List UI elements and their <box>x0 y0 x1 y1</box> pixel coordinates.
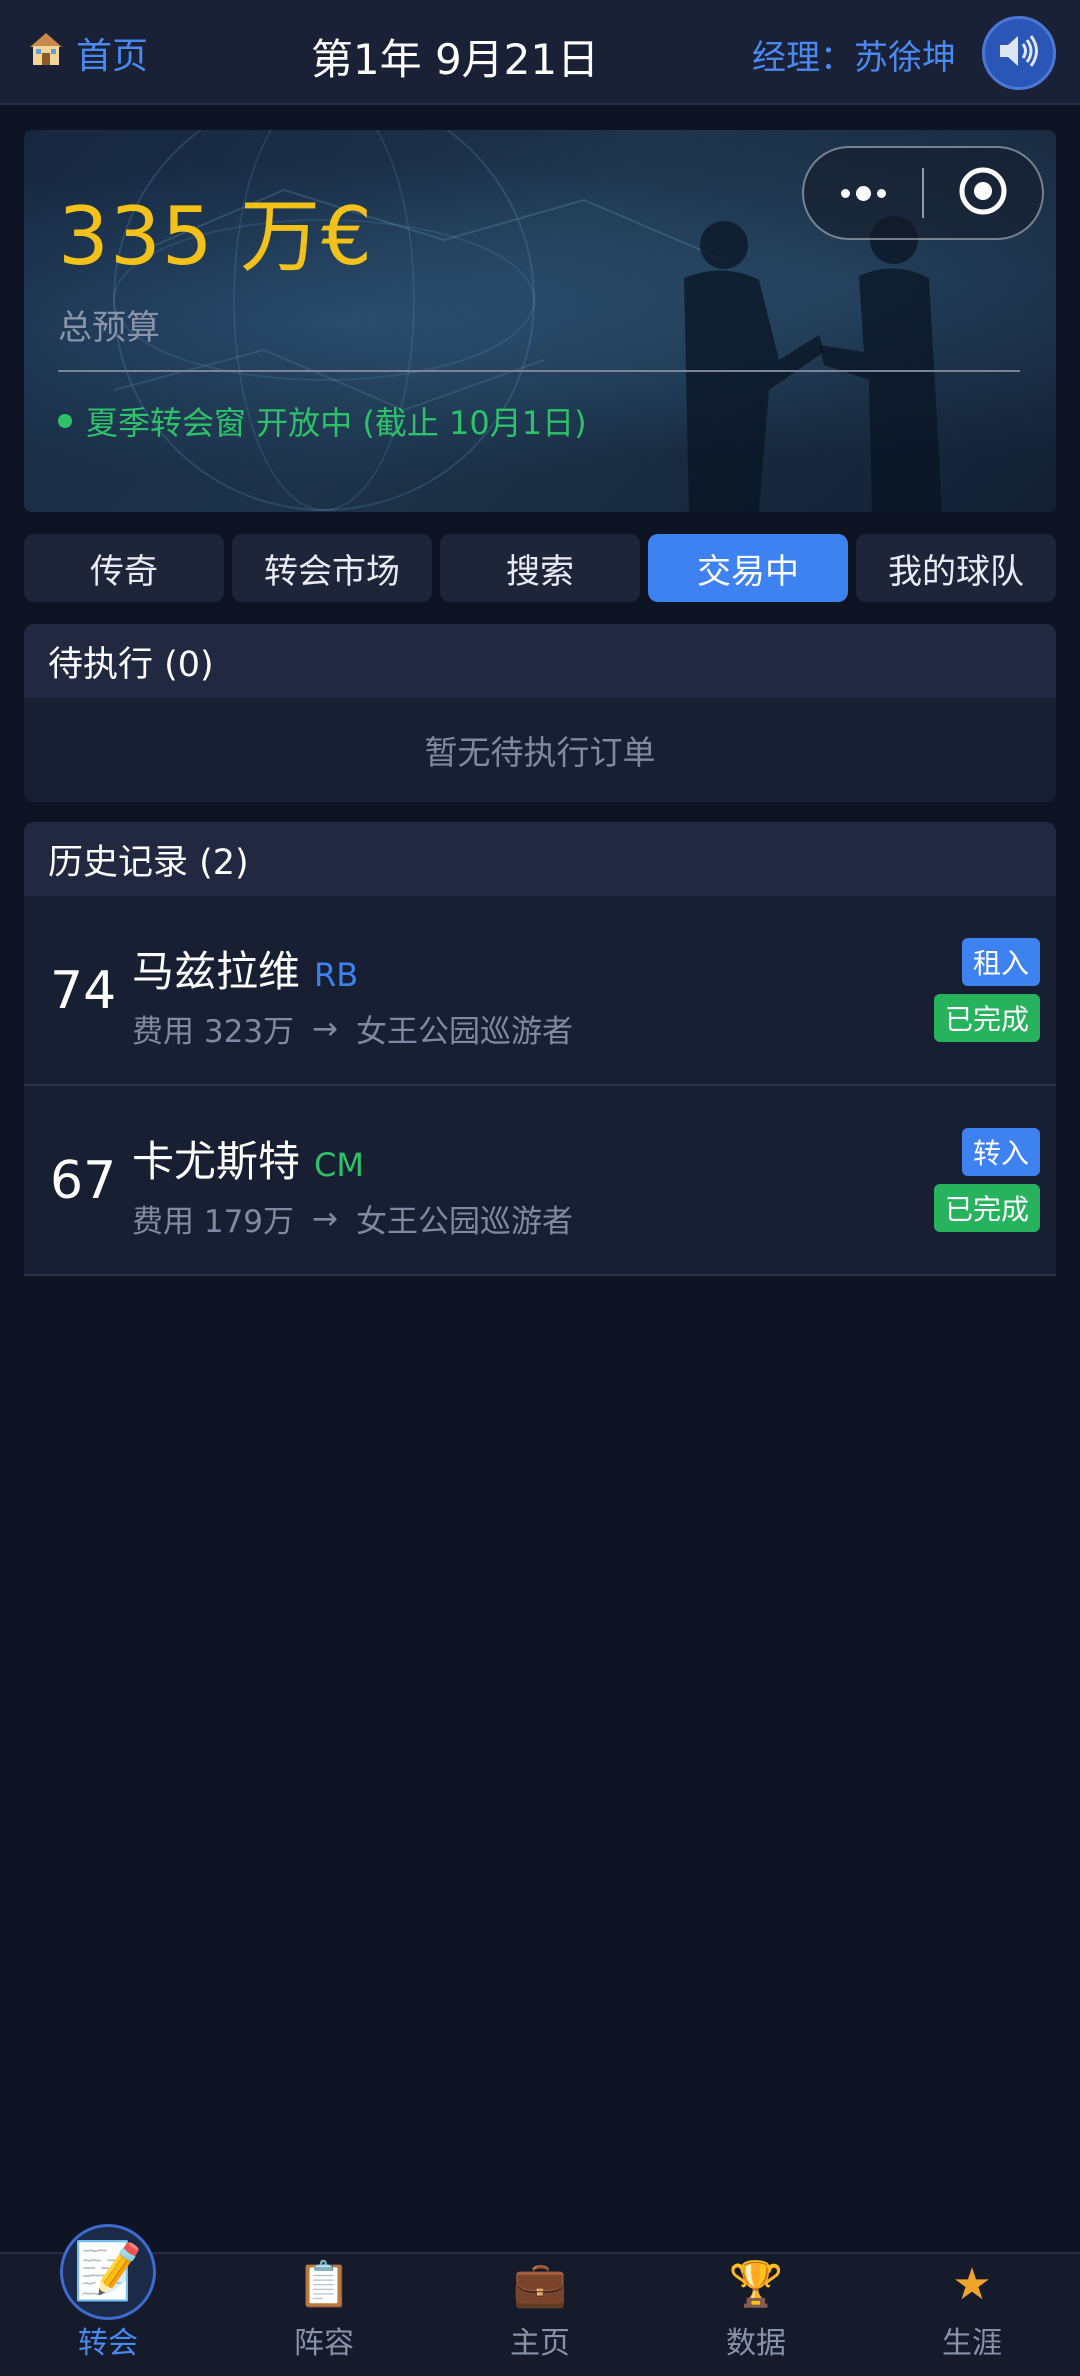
miniprogram-capsule <box>802 146 1044 240</box>
divider <box>58 370 1020 372</box>
briefcase-icon: 💼 <box>512 2259 568 2310</box>
more-dots-icon <box>840 185 886 201</box>
transfer-fee: 费用 179万 <box>132 1204 295 1240</box>
tab-search[interactable]: 搜索 <box>440 534 640 602</box>
nav-career[interactable]: ★ 生涯 <box>864 2254 1080 2376</box>
top-bar: 首页 第1年 9月21日 经理：苏徐坤 <box>0 0 1080 105</box>
nav-squad[interactable]: 📋 阵容 <box>216 2254 432 2376</box>
pending-orders-title: 待执行 (0) <box>24 624 1056 698</box>
transfer-fee-line: 费用 323万 → 女王公园巡游者 <box>132 1006 573 1051</box>
player-position: CM <box>314 1146 364 1184</box>
history-row[interactable]: 74 马兹拉维 RB 费用 323万 → 女王公园巡游者 租入 已完成 <box>24 896 1056 1086</box>
tab-my-team[interactable]: 我的球队 <box>856 534 1056 602</box>
nav-label: 数据 <box>726 2326 786 2361</box>
player-name-line: 卡尤斯特 CM <box>132 1128 364 1189</box>
transfer-tabs: 传奇 转会市场 搜索 交易中 我的球队 <box>24 534 1056 602</box>
trophy-icon: 🏆 <box>728 2259 784 2310</box>
status-badge: 已完成 <box>934 994 1040 1042</box>
status-dot-icon <box>58 414 72 428</box>
transfer-type-badge: 租入 <box>962 938 1040 986</box>
player-rating: 74 <box>50 961 117 1021</box>
history-panel: 历史记录 (2) 74 马兹拉维 RB 费用 323万 → 女王公园巡游者 租入… <box>24 822 1056 1276</box>
transfer-type-badge: 转入 <box>962 1128 1040 1176</box>
nav-label: 阵容 <box>294 2326 354 2361</box>
nav-transfer[interactable]: 📝 转会 <box>0 2224 216 2376</box>
nav-label: 生涯 <box>942 2326 1002 2361</box>
destination-club: 女王公园巡游者 <box>356 1204 574 1240</box>
manager-name: 经理：苏徐坤 <box>752 38 956 78</box>
destination-club: 女王公园巡游者 <box>356 1014 574 1050</box>
total-budget-value: 335 万€ <box>58 190 374 283</box>
nav-home[interactable]: 💼 主页 <box>432 2254 648 2376</box>
transfer-fee: 费用 323万 <box>132 1014 295 1050</box>
history-title: 历史记录 (2) <box>24 822 1056 896</box>
player-name: 卡尤斯特 <box>132 1137 301 1186</box>
total-budget-label: 总预算 <box>58 308 160 348</box>
nav-label: 主页 <box>510 2326 570 2361</box>
transfer-window-status: 夏季转会窗 开放中 (截止 10月1日) <box>58 398 587 444</box>
history-row[interactable]: 67 卡尤斯特 CM 费用 179万 → 女王公园巡游者 转入 已完成 <box>24 1086 1056 1276</box>
player-name-line: 马兹拉维 RB <box>132 938 358 999</box>
player-rating: 67 <box>50 1151 117 1211</box>
more-options-button[interactable] <box>804 148 922 238</box>
speaker-icon <box>996 31 1042 75</box>
clipboard-icon: 📋 <box>296 2259 352 2310</box>
star-icon: ★ <box>952 2259 992 2310</box>
nav-stats[interactable]: 🏆 数据 <box>648 2254 864 2376</box>
pending-orders-panel: 待执行 (0) 暂无待执行订单 <box>24 624 1056 802</box>
tab-legends[interactable]: 传奇 <box>24 534 224 602</box>
tab-trading[interactable]: 交易中 <box>648 534 848 602</box>
pending-empty-text: 暂无待执行订单 <box>424 733 656 772</box>
status-badge: 已完成 <box>934 1184 1040 1232</box>
player-name: 马兹拉维 <box>132 947 301 996</box>
close-miniprogram-button[interactable] <box>924 148 1042 238</box>
arrow-icon: → <box>312 1200 339 1237</box>
arrow-icon: → <box>312 1010 339 1047</box>
memo-icon: 📝 <box>60 2224 156 2320</box>
nav-label: 转会 <box>78 2326 138 2361</box>
bottom-navigation: 📝 转会 📋 阵容 💼 主页 🏆 数据 ★ 生涯 <box>0 2224 1080 2376</box>
transfer-fee-line: 费用 179万 → 女王公园巡游者 <box>132 1196 573 1241</box>
target-close-icon <box>957 165 1009 221</box>
transfer-window-text: 夏季转会窗 开放中 (截止 10月1日) <box>86 404 587 442</box>
sound-toggle-button[interactable] <box>982 16 1056 90</box>
player-position: RB <box>314 956 359 994</box>
tab-transfer-market[interactable]: 转会市场 <box>232 534 432 602</box>
